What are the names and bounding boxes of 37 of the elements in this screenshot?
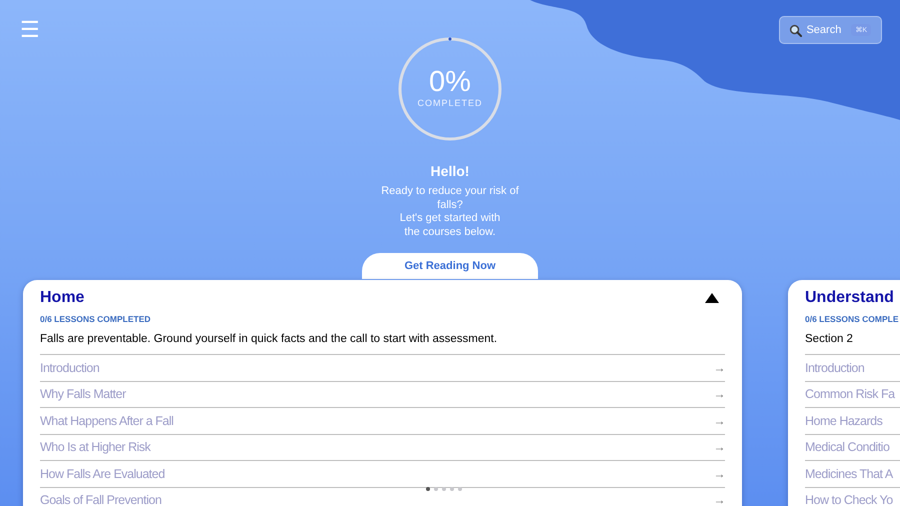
- lesson-item[interactable]: Medical Conditio: [805, 434, 900, 460]
- lesson-item[interactable]: Goals of Fall Prevention →: [40, 486, 725, 506]
- lesson-item[interactable]: Who Is at Higher Risk →: [40, 434, 725, 460]
- collapse-toggle-icon[interactable]: [705, 293, 719, 303]
- arrow-icon: →: [714, 414, 725, 428]
- page-dot[interactable]: [434, 487, 438, 491]
- progress-percent: 0%: [429, 66, 471, 98]
- lesson-item[interactable]: Home Hazards: [805, 407, 900, 434]
- lesson-item[interactable]: How Falls Are Evaluated →: [40, 460, 725, 486]
- course-title: Home: [40, 288, 84, 308]
- page-dot[interactable]: [426, 487, 430, 491]
- menu-button[interactable]: ☰: [20, 18, 40, 42]
- page-dot[interactable]: [442, 487, 446, 491]
- search-icon: [789, 24, 802, 36]
- lesson-item[interactable]: Why Falls Matter →: [40, 380, 725, 407]
- arrow-icon: →: [714, 360, 725, 375]
- course-description: Section 2: [805, 333, 854, 345]
- course-description: Falls are preventable. Ground yourself in quick facts and the call to start with assessment.: [40, 333, 498, 345]
- lesson-item[interactable]: Common Risk Fa: [805, 380, 900, 407]
- course-title: Understand: [805, 288, 894, 308]
- lesson-item[interactable]: Introduction →: [40, 354, 725, 380]
- get-reading-button[interactable]: Get Reading Now: [362, 253, 538, 279]
- lessons-count: 0/6 LESSONS COMPLETED: [40, 314, 152, 324]
- lessons-count: 0/6 LESSONS COMPLE: [805, 314, 900, 324]
- greeting-title: Hello!: [430, 163, 470, 179]
- arrow-icon: →: [714, 387, 725, 402]
- lesson-item[interactable]: Introduction: [805, 354, 900, 380]
- page-dot[interactable]: [458, 487, 462, 491]
- arrow-icon: →: [714, 493, 725, 506]
- page-dot[interactable]: [450, 487, 454, 491]
- lesson-item[interactable]: How to Check Yo: [805, 486, 900, 506]
- progress-caption: COMPLETED: [417, 98, 482, 108]
- lesson-item[interactable]: Medicines That A: [805, 460, 900, 486]
- lesson-item[interactable]: What Happens After a Fall →: [40, 407, 725, 434]
- greeting-text: Ready to reduce your risk of falls? Let's get started with the courses below.: [381, 185, 519, 239]
- arrow-icon: →: [714, 466, 725, 481]
- arrow-icon: →: [714, 440, 725, 454]
